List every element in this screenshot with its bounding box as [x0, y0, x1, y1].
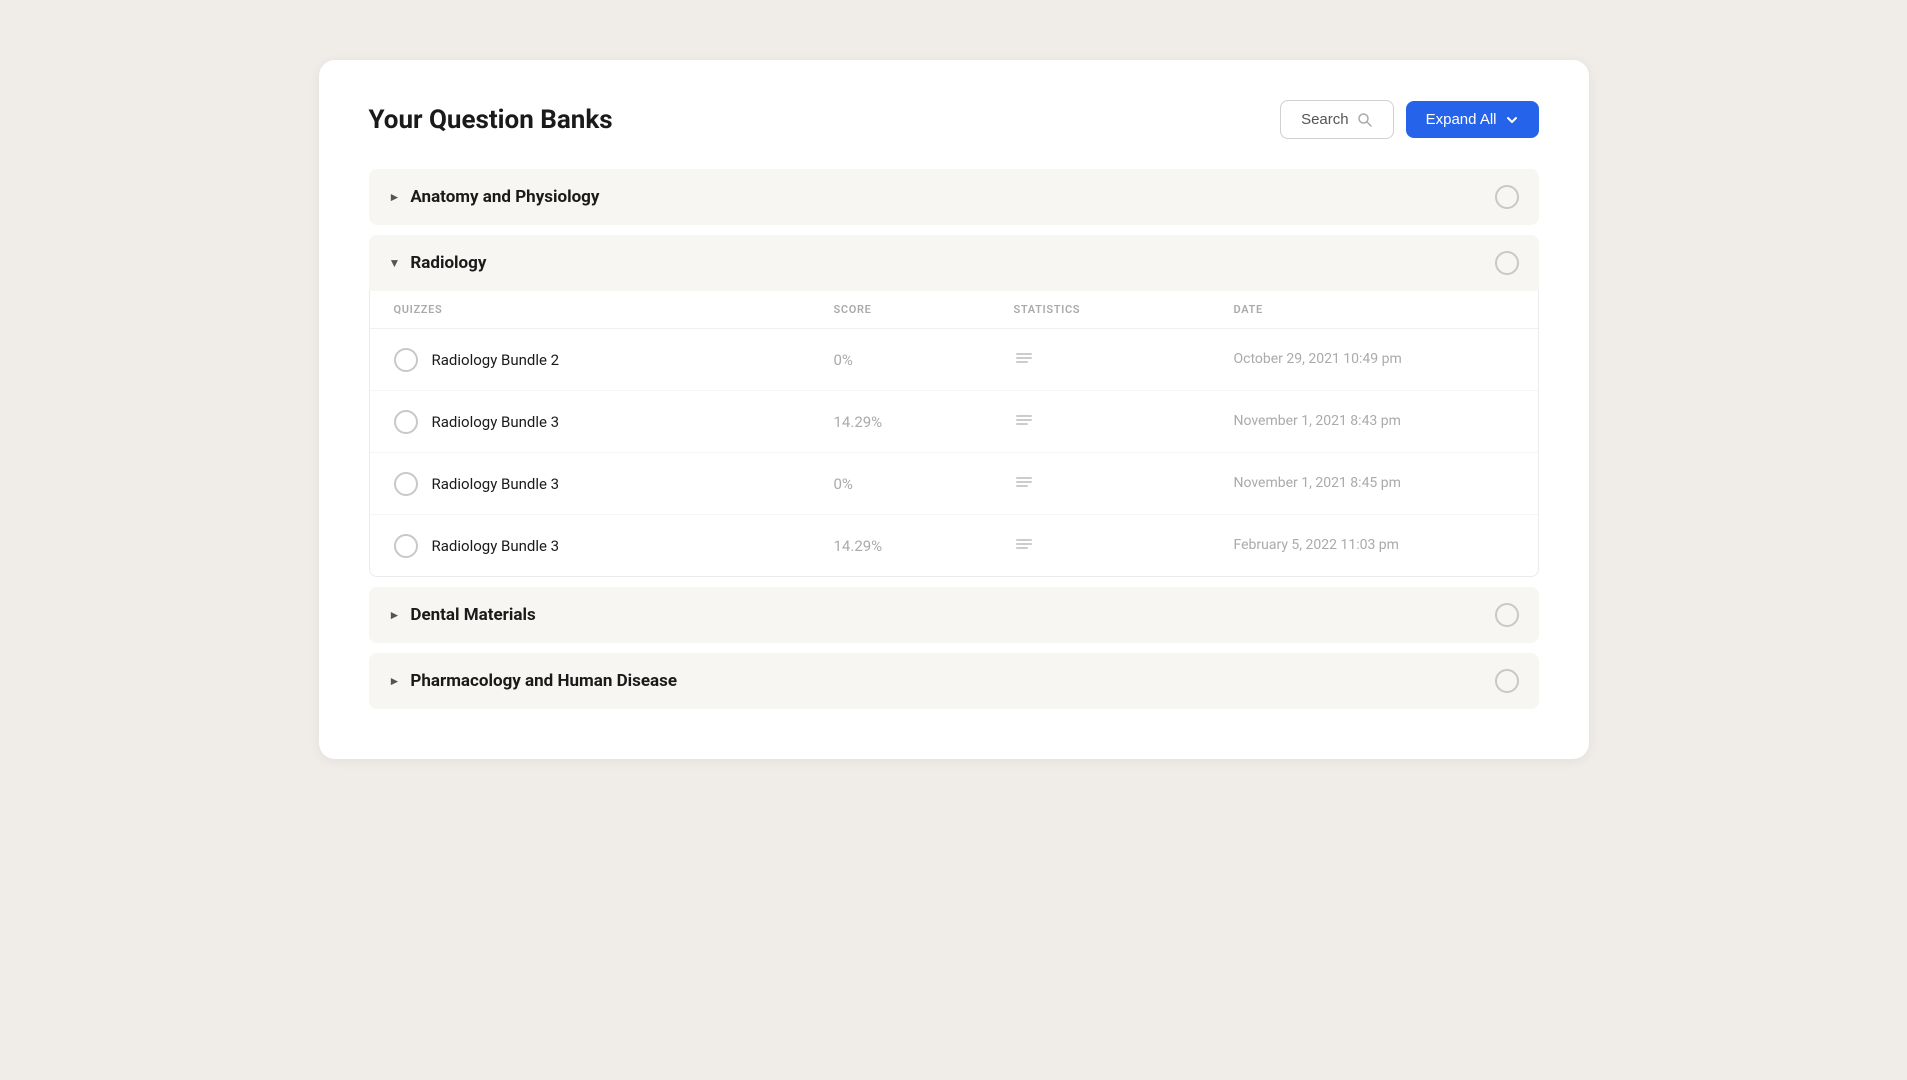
quiz-score: 14.29% — [834, 537, 1014, 555]
section-anatomy-radio[interactable] — [1495, 185, 1519, 209]
quiz-name: Radiology Bundle 3 — [432, 537, 560, 555]
quiz-date: November 1, 2021 8:43 pm — [1234, 411, 1514, 432]
chevron-down-icon — [1505, 113, 1519, 127]
table-row[interactable]: Radiology Bundle 3 14.29% February 5, 20… — [370, 515, 1538, 576]
expand-all-label: Expand All — [1426, 111, 1497, 128]
section-pharmacology-radio[interactable] — [1495, 669, 1519, 693]
quiz-radio[interactable] — [394, 472, 418, 496]
quiz-radio[interactable] — [394, 348, 418, 372]
header: Your Question Banks Search Expand All — [369, 100, 1539, 139]
table-row[interactable]: Radiology Bundle 3 14.29% November 1, 20… — [370, 391, 1538, 453]
quiz-radio[interactable] — [394, 410, 418, 434]
chevron-down-icon-radiology: ▼ — [389, 256, 401, 270]
page-title: Your Question Banks — [369, 105, 613, 135]
section-radiology[interactable]: ▼ Radiology — [369, 235, 1539, 291]
section-pharmacology[interactable]: ► Pharmacology and Human Disease — [369, 653, 1539, 709]
quiz-score: 14.29% — [834, 413, 1014, 431]
expand-all-button[interactable]: Expand All — [1406, 101, 1539, 138]
section-pharmacology-label: Pharmacology and Human Disease — [410, 671, 677, 691]
section-dental-label: Dental Materials — [410, 605, 535, 625]
radiology-expanded-content: QUIZZES SCORE STATISTICS DATE Radiology … — [369, 291, 1539, 577]
quiz-name: Radiology Bundle 3 — [432, 413, 560, 431]
col-statistics: STATISTICS — [1014, 303, 1234, 316]
quiz-name-cell: Radiology Bundle 2 — [394, 348, 834, 372]
search-icon — [1357, 112, 1373, 128]
chevron-right-icon-dental: ► — [389, 608, 401, 622]
col-date: DATE — [1234, 303, 1514, 316]
section-dental[interactable]: ► Dental Materials — [369, 587, 1539, 643]
section-pharmacology-title: ► Pharmacology and Human Disease — [389, 671, 678, 691]
table-row[interactable]: Radiology Bundle 3 0% November 1, 2021 8… — [370, 453, 1538, 515]
quiz-name: Radiology Bundle 3 — [432, 475, 560, 493]
stats-icon — [1014, 533, 1034, 553]
quiz-name-cell: Radiology Bundle 3 — [394, 472, 834, 496]
col-score: SCORE — [834, 303, 1014, 316]
stats-icon — [1014, 471, 1034, 491]
section-radiology-label: Radiology — [410, 253, 486, 273]
quiz-name-cell: Radiology Bundle 3 — [394, 410, 834, 434]
section-radiology-wrapper: ▼ Radiology QUIZZES SCORE STATISTICS DAT… — [369, 235, 1539, 577]
stats-icon — [1014, 409, 1034, 429]
header-actions: Search Expand All — [1280, 100, 1538, 139]
section-radiology-radio[interactable] — [1495, 251, 1519, 275]
search-button[interactable]: Search — [1280, 100, 1394, 139]
section-radiology-title: ▼ Radiology — [389, 253, 487, 273]
quiz-radio[interactable] — [394, 534, 418, 558]
quiz-stats[interactable] — [1014, 409, 1234, 434]
section-dental-title: ► Dental Materials — [389, 605, 536, 625]
main-card: Your Question Banks Search Expand All ► … — [319, 60, 1589, 759]
quiz-date: November 1, 2021 8:45 pm — [1234, 473, 1514, 494]
quiz-stats[interactable] — [1014, 347, 1234, 372]
col-quizzes: QUIZZES — [394, 303, 834, 316]
section-anatomy[interactable]: ► Anatomy and Physiology — [369, 169, 1539, 225]
quiz-score: 0% — [834, 351, 1014, 369]
chevron-right-icon-pharmacology: ► — [389, 674, 401, 688]
table-header: QUIZZES SCORE STATISTICS DATE — [370, 291, 1538, 329]
section-anatomy-label: Anatomy and Physiology — [410, 187, 599, 207]
quiz-score: 0% — [834, 475, 1014, 493]
quiz-date: October 29, 2021 10:49 pm — [1234, 349, 1514, 370]
table-row[interactable]: Radiology Bundle 2 0% October 29, 2021 1… — [370, 329, 1538, 391]
chevron-right-icon: ► — [389, 190, 401, 204]
section-anatomy-title: ► Anatomy and Physiology — [389, 187, 600, 207]
section-dental-radio[interactable] — [1495, 603, 1519, 627]
quiz-date: February 5, 2022 11:03 pm — [1234, 535, 1514, 556]
quiz-stats[interactable] — [1014, 533, 1234, 558]
quiz-name: Radiology Bundle 2 — [432, 351, 560, 369]
stats-icon — [1014, 347, 1034, 367]
search-button-label: Search — [1301, 111, 1349, 128]
quiz-stats[interactable] — [1014, 471, 1234, 496]
quiz-name-cell: Radiology Bundle 3 — [394, 534, 834, 558]
